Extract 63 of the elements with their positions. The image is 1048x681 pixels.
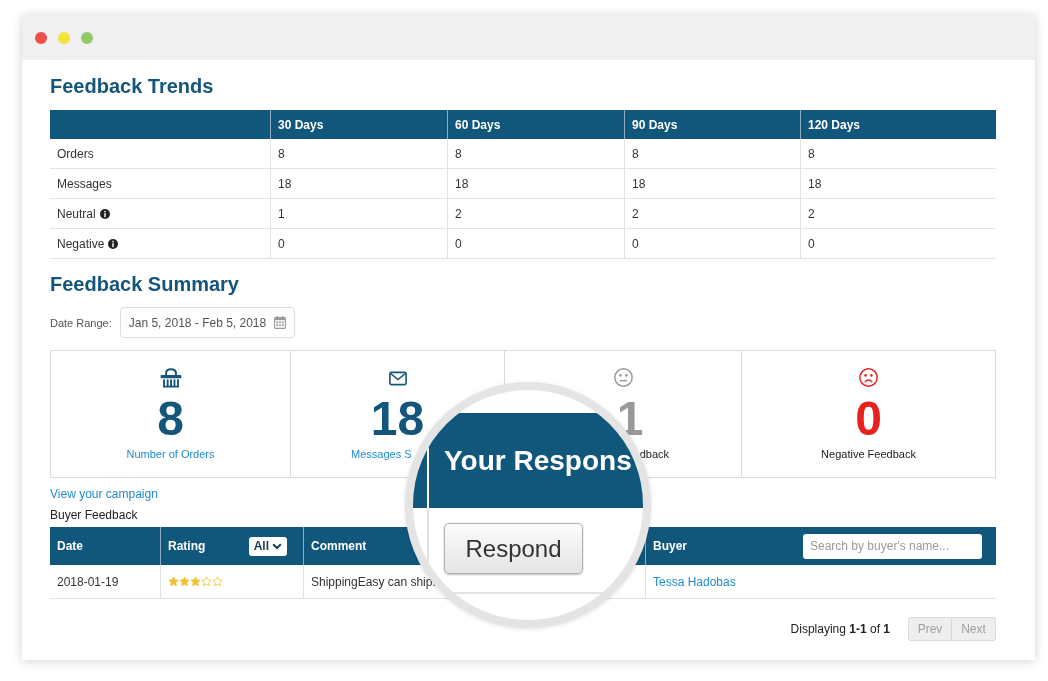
table-cell: 2 bbox=[447, 199, 624, 228]
stat-link[interactable]: Number of Orders bbox=[126, 447, 215, 461]
star-outline-icon bbox=[212, 576, 223, 587]
table-cell: 0 bbox=[447, 229, 624, 258]
table-cell: 0 bbox=[800, 229, 996, 258]
table-cell: 18 bbox=[624, 169, 800, 198]
rating-filter-dropdown[interactable]: All bbox=[248, 536, 287, 556]
section-title: Feedback Trends bbox=[50, 74, 215, 98]
row-label: Orders bbox=[57, 146, 94, 161]
table-cell: 0 bbox=[270, 229, 447, 258]
table-cell: 8 bbox=[800, 139, 996, 168]
table-cell: 18 bbox=[270, 169, 447, 198]
table-cell: 2 bbox=[800, 199, 996, 228]
search-field[interactable]: Search by buyer's name... bbox=[803, 533, 982, 559]
table-cell: 8 bbox=[270, 139, 447, 168]
stat-value: 8 bbox=[157, 401, 184, 437]
star-icon bbox=[168, 576, 179, 587]
basket-icon bbox=[159, 368, 182, 388]
caret-icon bbox=[272, 542, 282, 550]
close-icon[interactable] bbox=[35, 31, 47, 44]
info-icon[interactable] bbox=[99, 208, 110, 219]
stat-link[interactable]: Messages S bbox=[351, 447, 412, 461]
sad-face-icon bbox=[859, 368, 878, 387]
envelope-icon bbox=[388, 371, 407, 386]
star-icon bbox=[179, 576, 190, 587]
date-range-field[interactable]: Jan 5, 2018 - Feb 5, 2018 bbox=[119, 307, 295, 338]
info-icon[interactable] bbox=[108, 238, 119, 249]
table-cell: 1 bbox=[270, 199, 447, 228]
column-header: Date bbox=[57, 539, 83, 553]
column-header: 30 Days bbox=[270, 110, 447, 139]
table-title: Buyer Feedback bbox=[50, 508, 138, 522]
table-cell: 0 bbox=[624, 229, 800, 258]
stat-label: Negative Feedback bbox=[821, 447, 916, 461]
pagination-summary: Displaying 1-1 of 1 bbox=[790, 622, 890, 636]
star-icon bbox=[190, 576, 201, 587]
row-label: Messages bbox=[57, 176, 112, 191]
table-cell: 8 bbox=[447, 139, 624, 168]
row-label: Neutral bbox=[57, 206, 96, 221]
respond-button[interactable]: Respond bbox=[444, 523, 583, 574]
table-cell: 18 bbox=[800, 169, 996, 198]
table-cell: 2 bbox=[624, 199, 800, 228]
column-header: 60 Days bbox=[447, 110, 624, 139]
buyer-link[interactable]: Tessa Hadobas bbox=[653, 574, 736, 589]
date-range-label: Date Range: bbox=[50, 316, 112, 329]
maximize-icon[interactable] bbox=[81, 31, 93, 44]
stat-label: dback bbox=[639, 447, 669, 461]
column-header: Buyer bbox=[653, 539, 687, 553]
star-outline-icon bbox=[201, 576, 212, 587]
column-header: Your Respons bbox=[444, 445, 632, 476]
table-cell: 18 bbox=[447, 169, 624, 198]
column-header: Rating bbox=[168, 539, 206, 553]
column-header: Comment bbox=[311, 539, 367, 553]
table-cell: 8 bbox=[624, 139, 800, 168]
column-header: 90 Days bbox=[624, 110, 800, 139]
stat-value: 0 bbox=[855, 401, 882, 437]
stat-value: 18 bbox=[370, 401, 425, 437]
campaign-link[interactable]: View your campaign bbox=[50, 487, 158, 501]
section-title: Feedback Summary bbox=[50, 272, 240, 296]
row-label: Negative bbox=[57, 236, 105, 251]
column-header: 120 Days bbox=[800, 110, 996, 139]
calendar-icon bbox=[273, 316, 286, 329]
neutral-face-icon bbox=[613, 368, 633, 387]
table-cell-text: 2018-01-19 bbox=[56, 573, 120, 591]
